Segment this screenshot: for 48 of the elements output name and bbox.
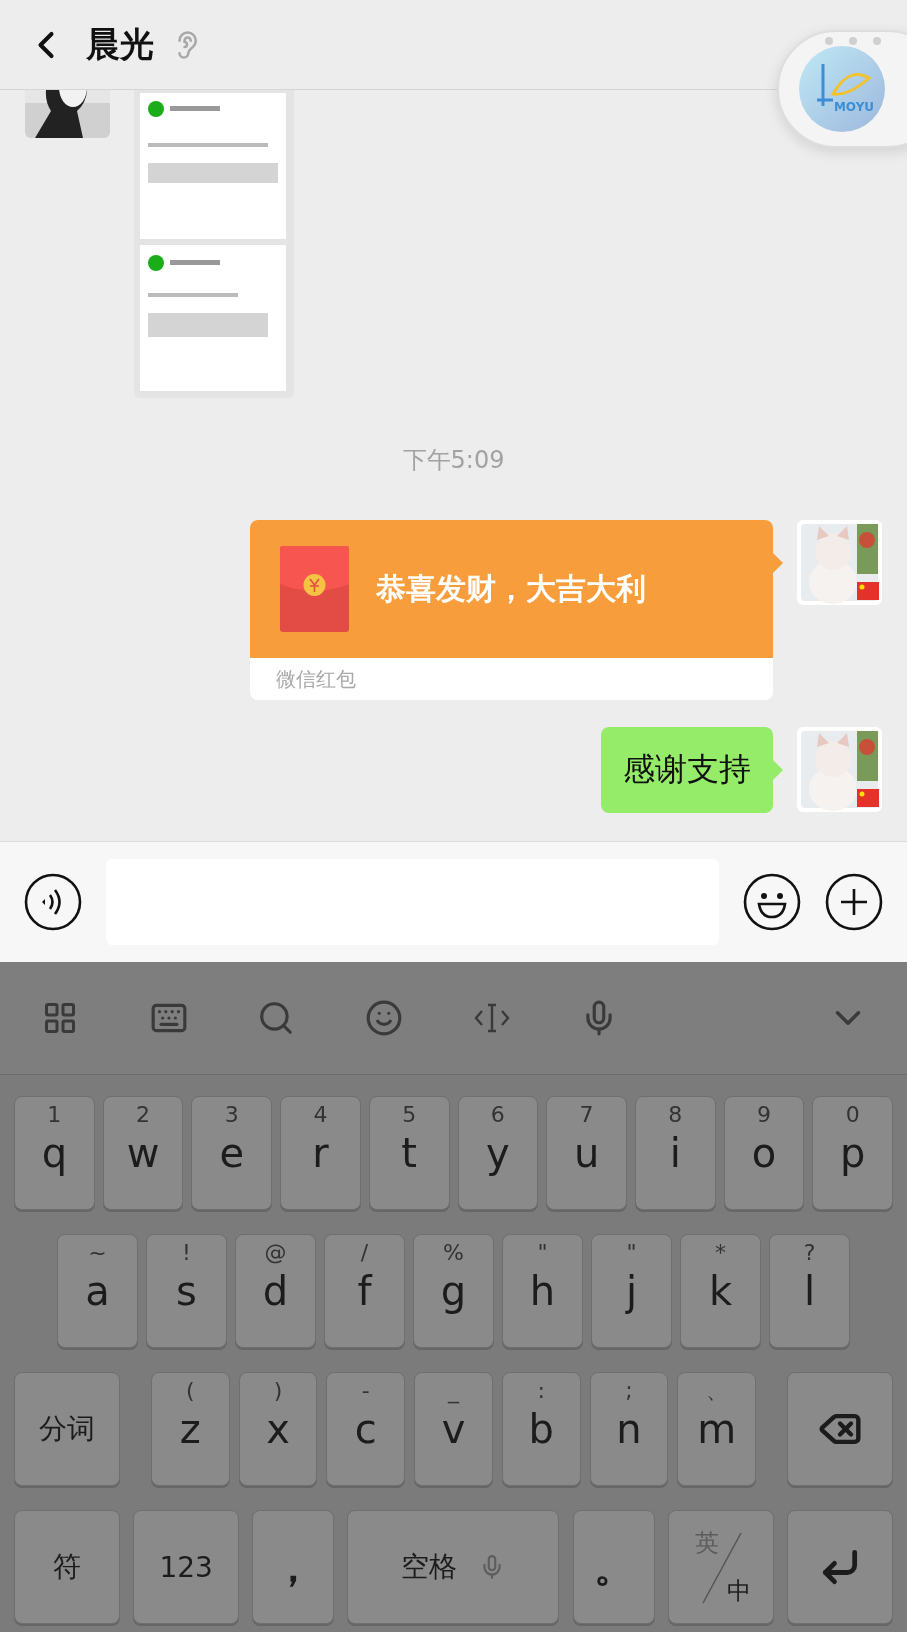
key[interactable]: 3 e	[191, 1096, 273, 1210]
key[interactable]: / f	[324, 1234, 405, 1348]
search-icon[interactable]	[257, 999, 295, 1037]
dots-icon	[823, 36, 883, 46]
key[interactable]: 。	[572, 1510, 655, 1624]
envelope-icon	[280, 546, 349, 632]
key[interactable]: ~ a	[57, 1234, 138, 1348]
key[interactable]: * k	[680, 1234, 761, 1348]
key[interactable]: - c	[326, 1372, 406, 1486]
key[interactable]: 、 m	[677, 1372, 757, 1486]
key[interactable]: 6 y	[457, 1096, 539, 1210]
key[interactable]: : b	[501, 1372, 581, 1486]
backspace-key[interactable]	[787, 1372, 894, 1486]
key[interactable]: 1 q	[14, 1096, 95, 1210]
bubble-tail	[773, 760, 783, 780]
key[interactable]: @ d	[235, 1234, 316, 1348]
grid-icon[interactable]	[42, 1000, 78, 1036]
smiley-icon[interactable]	[743, 873, 801, 931]
key[interactable]: ! s	[146, 1234, 227, 1348]
key[interactable]: ，	[252, 1510, 335, 1624]
key[interactable]: 4 r	[280, 1096, 361, 1210]
key[interactable]: 5 t	[368, 1096, 450, 1210]
key[interactable]: 2 w	[102, 1096, 184, 1210]
plus-icon[interactable]	[825, 873, 883, 931]
key[interactable]: " j	[591, 1234, 672, 1348]
envelope-label: 微信红包	[275, 666, 357, 693]
timestamp: 下午5:09	[402, 445, 505, 476]
key[interactable]: % g	[413, 1234, 494, 1348]
message-bubble: 感谢支持	[601, 727, 773, 813]
key[interactable]: 8 i	[634, 1096, 716, 1210]
key[interactable]: " h	[502, 1234, 583, 1348]
space-key[interactable]: 空格	[347, 1510, 560, 1624]
enter-key[interactable]	[786, 1510, 893, 1624]
voice-icon[interactable]	[24, 873, 82, 931]
key[interactable]: 123	[133, 1510, 240, 1624]
key[interactable]: 9 o	[723, 1096, 805, 1210]
envelope-greeting: 恭喜发财，大吉大利	[376, 569, 646, 608]
key[interactable]: ; n	[589, 1372, 669, 1486]
chat-title: 晨光	[86, 22, 154, 66]
key[interactable]: ( z	[151, 1372, 230, 1486]
key[interactable]: 0 p	[812, 1096, 894, 1210]
key[interactable]: ) x	[238, 1372, 318, 1486]
key[interactable]: ? l	[769, 1234, 850, 1348]
key[interactable]: _ v	[414, 1372, 493, 1486]
key[interactable]: 分词	[14, 1372, 120, 1486]
key[interactable]: 7 u	[546, 1096, 627, 1210]
logo: MOYU	[799, 46, 885, 132]
key[interactable]: 符	[14, 1510, 120, 1624]
